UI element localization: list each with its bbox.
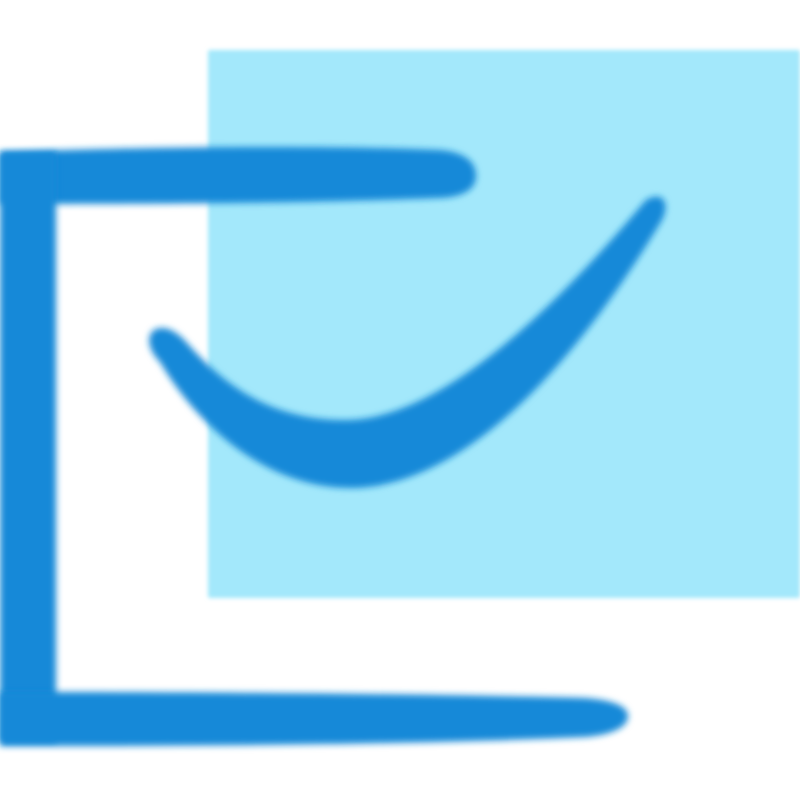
check-document-icon <box>0 50 800 746</box>
frame-top-bar <box>0 146 476 204</box>
icon-canvas <box>0 0 800 800</box>
light-blue-panel <box>208 50 800 598</box>
frame-bottom-bar <box>0 692 628 746</box>
frame-left-bar <box>0 152 56 742</box>
